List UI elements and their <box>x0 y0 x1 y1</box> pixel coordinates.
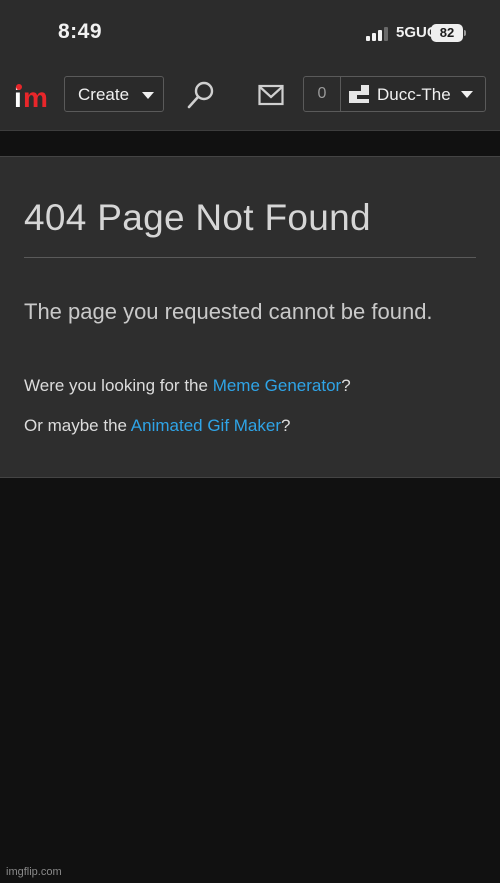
navbar: i m Create 0 Ducc-The <box>0 62 500 131</box>
spacer <box>0 131 500 156</box>
suggestion-meme-generator: Were you looking for the Meme Generator? <box>24 376 351 396</box>
status-bar: 8:49 5GUC 82 <box>0 0 500 62</box>
cellular-signal-icon <box>366 27 388 41</box>
status-time: 8:49 <box>58 20 103 43</box>
chevron-down-icon <box>142 92 154 99</box>
mail-icon[interactable] <box>258 84 284 106</box>
create-label: Create <box>78 85 130 104</box>
suggestion-suffix: ? <box>281 416 291 435</box>
divider <box>24 257 476 258</box>
avatar <box>349 85 369 103</box>
suggestion-text: Or maybe the <box>24 416 131 435</box>
logo-dot <box>16 84 22 90</box>
battery-tip <box>464 30 466 36</box>
suggestion-suffix: ? <box>341 376 351 395</box>
logo-letter-m: m <box>23 82 48 113</box>
suggestion-gif-maker: Or maybe the Animated Gif Maker? <box>24 416 290 436</box>
imgflip-watermark: imgflip.com <box>6 866 62 878</box>
search-icon[interactable] <box>186 80 216 110</box>
error-card: 404 Page Not Found The page you requeste… <box>0 156 500 478</box>
page-title: 404 Page Not Found <box>24 197 371 238</box>
create-dropdown-button[interactable]: Create <box>64 76 164 112</box>
animated-gif-maker-link[interactable]: Animated Gif Maker <box>131 416 281 435</box>
meme-generator-link[interactable]: Meme Generator <box>213 376 342 395</box>
error-message: The page you requested cannot be found. <box>24 299 433 324</box>
chevron-down-icon <box>461 91 473 98</box>
suggestion-text: Were you looking for the <box>24 376 213 395</box>
username-label: Ducc-The <box>377 85 451 104</box>
notification-count[interactable]: 0 <box>303 76 341 112</box>
battery-icon: 82 <box>431 24 463 42</box>
user-menu-button[interactable]: Ducc-The <box>340 76 486 112</box>
